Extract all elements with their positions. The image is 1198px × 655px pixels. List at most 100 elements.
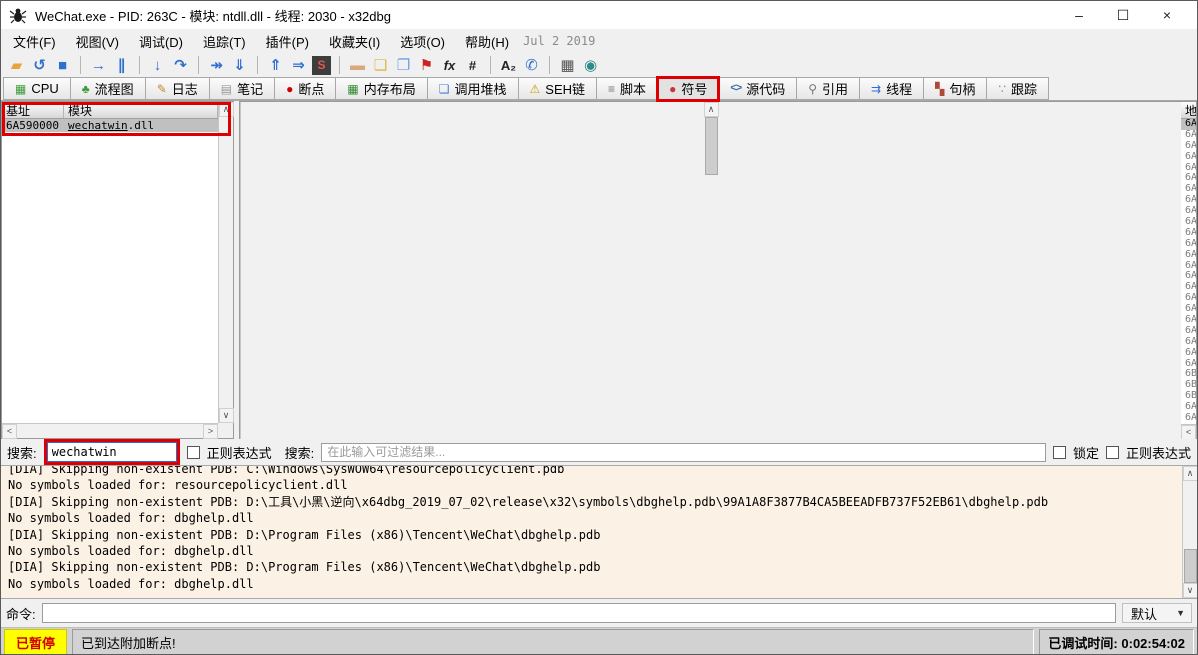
execute-till-return-button[interactable]: ↠ bbox=[205, 55, 228, 76]
symbol-row[interactable]: 6A644540 导出 2 ??_FIMVQQEngine@@QAEXXZ pu… bbox=[1181, 130, 1196, 141]
bookmarks-button[interactable]: ⚑ bbox=[415, 55, 438, 76]
maximize-button[interactable]: ☐ bbox=[1101, 2, 1145, 28]
open-file-button[interactable]: ▰ bbox=[5, 55, 28, 76]
menu-trace[interactable]: 追踪(T) bbox=[193, 29, 256, 54]
symbol-row[interactable]: 6AE53C10 导出 5 ?AddIgnoreHookCheckModule@… bbox=[1181, 163, 1196, 174]
scroll-left-arrow[interactable]: < bbox=[1181, 425, 1196, 440]
module-row[interactable]: 6A590000 wechatwin.dll bbox=[2, 119, 218, 132]
tab-breakpoints[interactable]: ● 断点 bbox=[274, 77, 335, 100]
tab-threads[interactable]: ⇉ 线程 bbox=[859, 77, 923, 100]
scroll-down-arrow[interactable]: ∨ bbox=[219, 408, 234, 423]
minimize-button[interactable]: – bbox=[1057, 2, 1101, 28]
symbol-row[interactable]: 6AE53CF0 导出 12 ?InitBugReportEx@TXBugRep… bbox=[1181, 239, 1196, 250]
symbol-row[interactable]: 6AE54F20 导出 7 ?DoBugReport@TXBugReport@@… bbox=[1181, 184, 1196, 195]
tab-seh[interactable]: ⚠ SEH链 bbox=[518, 77, 597, 100]
symbol-row[interactable]: 6AE55020 导出 23 ?ValidateBugReport@TXBugR… bbox=[1181, 359, 1196, 370]
tab-log[interactable]: ✎ 日志 bbox=[145, 77, 209, 100]
step-over-button[interactable]: ↷ bbox=[169, 55, 192, 76]
lock-checkbox[interactable] bbox=[1053, 446, 1066, 459]
restart-button[interactable]: ↺ bbox=[28, 55, 51, 76]
symbol-row[interactable]: 6AD224F0 导出 27 StartWachat bbox=[1181, 402, 1196, 413]
scylla-button[interactable]: S bbox=[312, 56, 331, 75]
symbol-row[interactable]: 6AE537B0 导出 20 ?SetExtRptFilePath@TXBugR… bbox=[1181, 326, 1196, 337]
menu-options[interactable]: 选项(O) bbox=[390, 29, 455, 54]
tab-trace[interactable]: ∵ 跟踪 bbox=[986, 77, 1049, 100]
menu-plugins[interactable]: 插件(P) bbox=[256, 29, 319, 54]
step-out-button[interactable]: ⇑ bbox=[264, 55, 287, 76]
symbol-row[interactable]: 6B062F90 导出 26 SignWith3Des bbox=[1181, 391, 1196, 402]
patch-button[interactable]: ▬ bbox=[346, 55, 369, 76]
symbol-row[interactable]: 6AE551A0 导出 6 ?AddReleaseMonitorPoint@TX… bbox=[1181, 173, 1196, 184]
scroll-left-arrow[interactable]: < bbox=[2, 424, 17, 439]
menu-help[interactable]: 帮助(H) bbox=[455, 29, 519, 54]
vscroll-thumb[interactable] bbox=[705, 117, 718, 175]
symbol-row[interactable]: 6AE53A10 导出 21 ?SetLogFileMd5Dir@TXBugRe… bbox=[1181, 337, 1196, 348]
modules-hscrollbar[interactable]: < > bbox=[2, 423, 218, 438]
symbols-header-address[interactable]: 地址 bbox=[1181, 102, 1196, 118]
close-button[interactable]: × bbox=[1145, 2, 1189, 28]
symbol-row[interactable]: 6B92259C 导出 25 ?pfPreBugReport@TXBugRepo… bbox=[1181, 380, 1196, 391]
close-debuggee-button[interactable]: ■ bbox=[51, 55, 74, 76]
symbol-row[interactable]: 6AE53870 导出 8 ?GetBugReportFlag@TXBugRep… bbox=[1181, 195, 1196, 206]
symbols-hscrollbar[interactable]: < > bbox=[1181, 424, 1196, 440]
scroll-down-arrow[interactable]: ∨ bbox=[1183, 583, 1198, 598]
modules-vscrollbar[interactable]: ∧ ∨ bbox=[218, 102, 233, 423]
symbol-row[interactable]: 6AE53C00 导出 4 ?AddExtraMem@TXBugReport@@… bbox=[1181, 152, 1196, 163]
symbol-row[interactable]: 6AE53850 导出 15 ?SetBugReportFlag@TXBugRe… bbox=[1181, 271, 1196, 282]
menu-debug[interactable]: 调试(D) bbox=[129, 29, 193, 54]
call-dll-button[interactable]: ✆ bbox=[520, 55, 543, 76]
symbol-row[interactable]: 6AE55170 导出 13 ?RaiseSelfFatalException@… bbox=[1181, 250, 1196, 261]
pause-button[interactable]: ∥ bbox=[110, 55, 133, 76]
modules-header-base[interactable]: 基址 bbox=[2, 102, 64, 118]
modules-header-module[interactable]: 模块 bbox=[64, 102, 218, 118]
symbol-row[interactable]: 6AE535D0 导出 19 ?SetExtInfo@TXBugReport@@… bbox=[1181, 315, 1196, 326]
symbol-row[interactable]: 6AA3F240 导出 28 _TlsGetData@12 bbox=[1181, 413, 1196, 424]
log-vscrollbar[interactable]: ∧ ∨ bbox=[1182, 466, 1197, 598]
functions-button[interactable]: fx bbox=[438, 55, 461, 76]
comments-button[interactable]: ❏ bbox=[369, 55, 392, 76]
menu-file[interactable]: 文件(F) bbox=[3, 29, 66, 54]
regex-checkbox-right[interactable] bbox=[1106, 446, 1119, 459]
hash-button[interactable]: # bbox=[461, 55, 484, 76]
symbols-vscrollbar[interactable]: ∧ ∨ bbox=[240, 102, 1181, 455]
tab-notes[interactable]: ▤ 笔记 bbox=[209, 77, 274, 100]
scroll-right-arrow[interactable]: > bbox=[203, 424, 218, 439]
strings-button[interactable]: A₂ bbox=[497, 55, 520, 76]
scroll-up-arrow[interactable]: ∧ bbox=[1183, 466, 1198, 481]
symbol-row[interactable]: 6AE53620 导出 16 ?SetBugReportPath@TXBugRe… bbox=[1181, 282, 1196, 293]
symbol-row[interactable]: 6AE53B00 导出 3 ?AddExtraMem@TXBugReport@@… bbox=[1181, 141, 1196, 152]
tab-cpu[interactable]: ▦ CPU bbox=[3, 77, 70, 100]
tab-references[interactable]: ⚲ 引用 bbox=[796, 77, 859, 100]
step-into-button[interactable]: ↓ bbox=[146, 55, 169, 76]
tab-call-stack[interactable]: ❏ 调用堆栈 bbox=[427, 77, 518, 100]
tab-graph[interactable]: ♣ 流程图 bbox=[70, 77, 145, 100]
profile-dropdown[interactable]: 默认 ▼ bbox=[1122, 603, 1192, 623]
calculator-button[interactable]: ▦ bbox=[556, 55, 579, 76]
symbol-row[interactable]: 6AE533F0 导出 10 ?GetCustomFiltFunc@TXBugR… bbox=[1181, 217, 1196, 228]
vscroll-thumb[interactable] bbox=[1184, 549, 1197, 583]
preferences-button[interactable]: ◉ bbox=[579, 55, 602, 76]
symbol-row[interactable]: 6AE551E0 导出 14 ?RecordCallStackIfNeed@TX… bbox=[1181, 261, 1196, 272]
scroll-up-arrow[interactable]: ∧ bbox=[219, 102, 234, 117]
run-button[interactable]: → bbox=[87, 55, 110, 76]
tab-source[interactable]: <> 源代码 bbox=[718, 77, 796, 100]
tab-memory-map[interactable]: ▦ 内存布局 bbox=[335, 77, 426, 100]
symbol-row[interactable]: 6AE54330 导出 22 ?UninitBugReport@TXBugRep… bbox=[1181, 348, 1196, 359]
symbol-row[interactable]: 6AE53AF0 导出 9 ?GetBugReportInfo@TXBugRep… bbox=[1181, 206, 1196, 217]
labels-button[interactable]: ❐ bbox=[392, 55, 415, 76]
filter-input[interactable] bbox=[321, 443, 1046, 462]
symbol-row[interactable]: 6AE533E0 导出 18 ?SetCustomFiltFunc@TXBugR… bbox=[1181, 304, 1196, 315]
symbol-row[interactable]: 6A644530 导出 1 ??4IMVQQEngine@@QAEAAV0@AB… bbox=[1181, 119, 1196, 130]
symbol-row[interactable]: 6B9225A0 导出 24 ?pfPostBugReport@TXBugRep… bbox=[1181, 369, 1196, 380]
attach-button[interactable]: ⇒ bbox=[287, 55, 310, 76]
tab-symbols[interactable]: ● 符号 bbox=[657, 77, 718, 100]
tab-handles[interactable]: ▚ 句柄 bbox=[923, 77, 986, 100]
menu-favourites[interactable]: 收藏夹(I) bbox=[319, 29, 390, 54]
command-input[interactable] bbox=[42, 603, 1116, 623]
run-to-user-code-button[interactable]: ⇓ bbox=[228, 55, 251, 76]
scroll-up-arrow[interactable]: ∧ bbox=[704, 102, 719, 117]
tab-script[interactable]: ≡ 脚本 bbox=[596, 77, 657, 100]
regex-checkbox[interactable] bbox=[187, 446, 200, 459]
symbol-row[interactable]: 6AE542A0 导出 11 ?InitBugReport@TXBugRepor… bbox=[1181, 228, 1196, 239]
symbol-row[interactable]: 6AE550B0 导出 17 ?SetBugReportUin@TXBugRep… bbox=[1181, 293, 1196, 304]
